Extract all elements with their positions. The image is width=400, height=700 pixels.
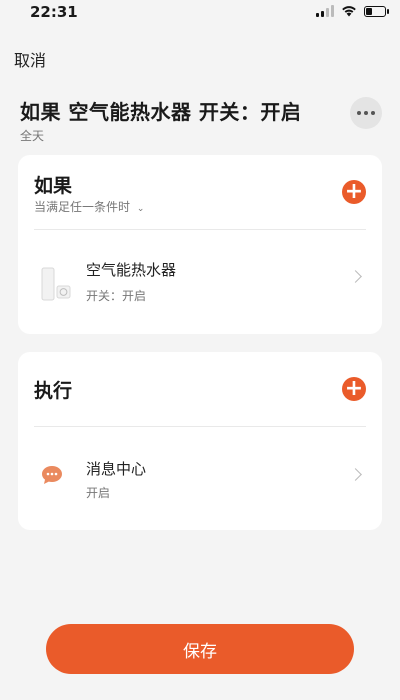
more-dots-icon xyxy=(357,111,375,115)
cancel-button[interactable]: 取消 xyxy=(14,47,46,71)
save-label: 保存 xyxy=(183,641,217,662)
chevron-down-icon: ⌄ xyxy=(136,204,145,214)
water-heater-icon xyxy=(41,267,71,301)
chevron-right-icon xyxy=(349,270,362,283)
add-action-button[interactable]: + xyxy=(342,377,366,401)
if-condition-card: 如果 当满足任一条件时 ⌄ + 空气能热水器 开关：开启 xyxy=(18,155,382,334)
condition-device-name: 空气能热水器 xyxy=(86,261,177,279)
save-button[interactable]: 保存 xyxy=(46,624,354,674)
scene-title: 如果 空气能热水器 开关：开启 xyxy=(20,100,302,124)
scene-time-range[interactable]: 全天 xyxy=(20,127,44,144)
action-state: 开启 xyxy=(86,486,111,500)
action-card: 执行 + 消息中心 开启 xyxy=(18,352,382,530)
action-name: 消息中心 xyxy=(86,460,147,478)
battery-icon xyxy=(364,5,389,17)
status-icons xyxy=(316,5,389,17)
status-time: 22:31 xyxy=(30,3,78,21)
status-bar: 22:31 xyxy=(0,0,400,26)
condition-mode-selector[interactable]: 当满足任一条件时 ⌄ xyxy=(34,198,144,215)
message-bubble-icon xyxy=(42,466,62,484)
add-condition-button[interactable]: + xyxy=(342,180,366,204)
divider xyxy=(34,426,366,427)
more-options-button[interactable] xyxy=(350,97,382,129)
wifi-icon xyxy=(342,6,356,17)
if-heading: 如果 xyxy=(34,175,73,197)
plus-icon: + xyxy=(344,376,364,401)
condition-mode-label: 当满足任一条件时 xyxy=(34,200,131,214)
chevron-right-icon xyxy=(349,468,362,481)
action-heading: 执行 xyxy=(34,380,73,402)
divider xyxy=(34,229,366,230)
plus-icon: + xyxy=(344,179,364,204)
condition-device-state: 开关：开启 xyxy=(86,289,147,303)
cellular-signal-icon xyxy=(316,5,334,17)
